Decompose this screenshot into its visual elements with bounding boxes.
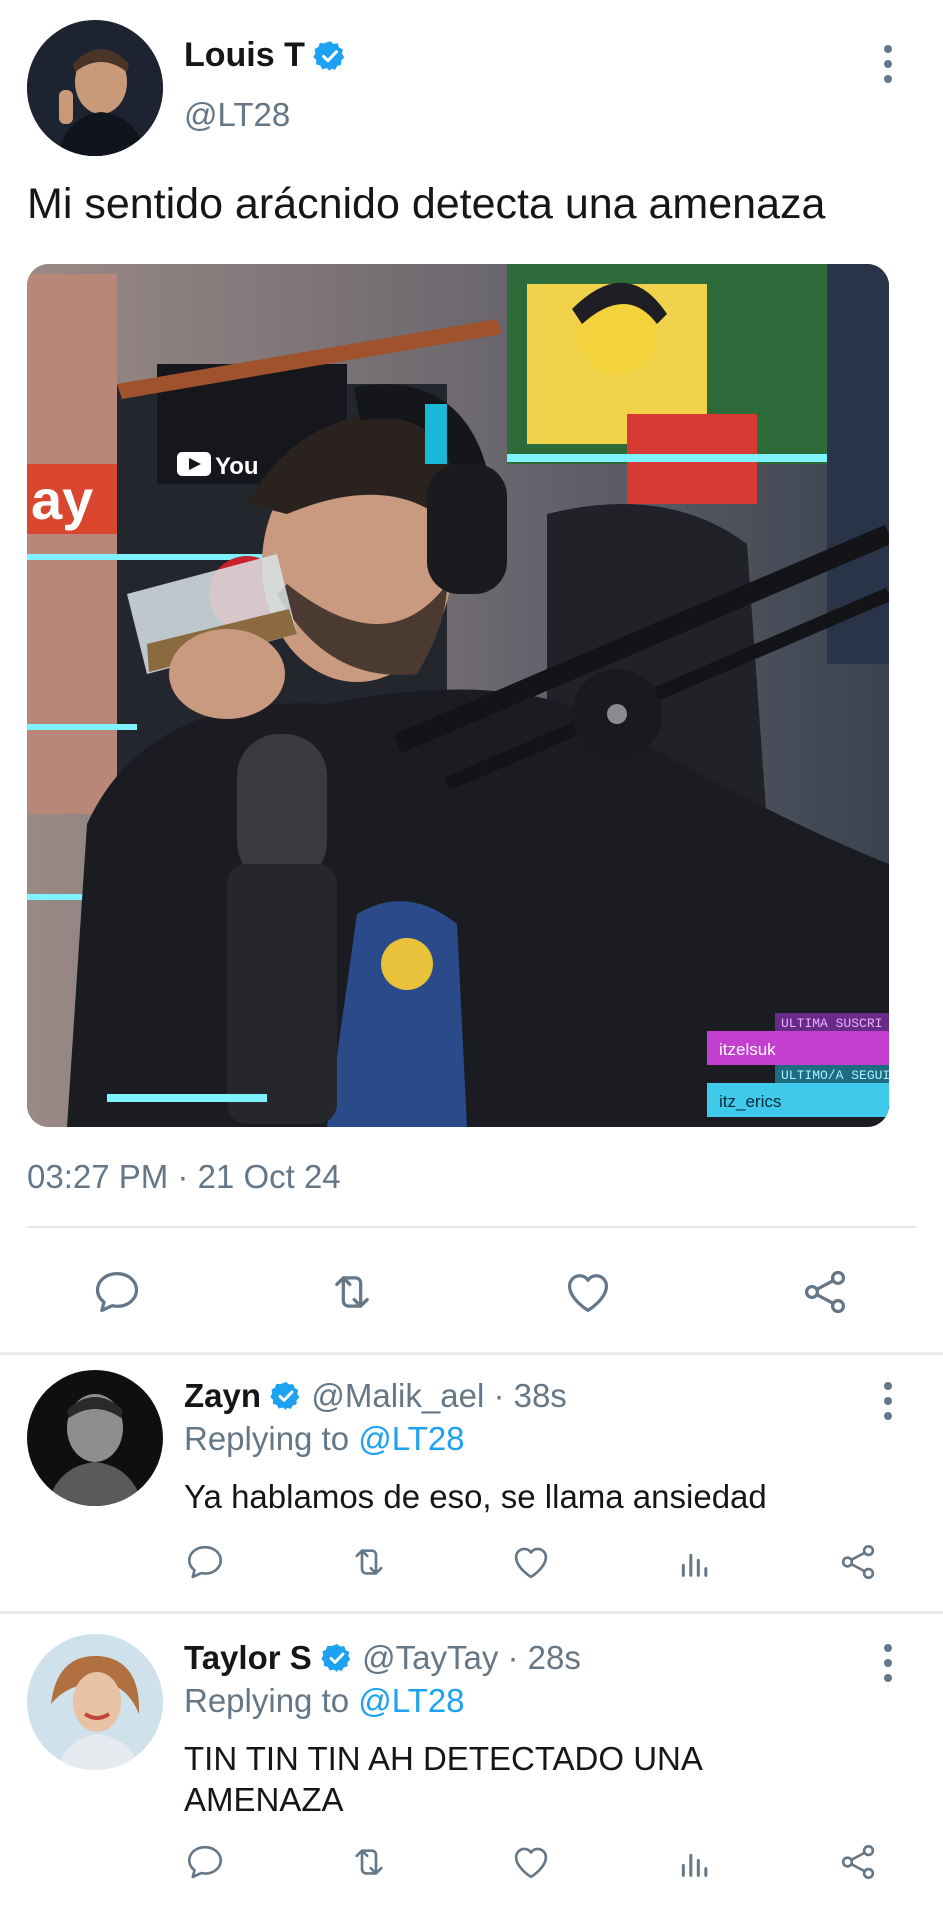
- reply-tweet[interactable]: Zayn @Malik_ael · 38s Replying to @LT28 …: [0, 1356, 943, 1611]
- like-icon[interactable]: [509, 1840, 553, 1884]
- analytics-icon[interactable]: [673, 1540, 717, 1584]
- reply-action-bar: [0, 1540, 943, 1600]
- author-name[interactable]: Louis T: [184, 36, 347, 75]
- more-options-icon[interactable]: [873, 39, 903, 89]
- reply-handle-time[interactable]: @TayTay · 28s: [362, 1639, 581, 1676]
- author-name-text[interactable]: Louis T: [184, 36, 305, 75]
- reply-icon[interactable]: [183, 1540, 227, 1584]
- replying-to: Replying to @LT28: [184, 1420, 465, 1458]
- main-action-bar: [0, 1240, 943, 1340]
- louis-avatar[interactable]: [27, 20, 163, 156]
- reply-header: Taylor S @TayTay · 28s: [184, 1639, 581, 1677]
- verified-badge-icon: [270, 1380, 302, 1412]
- verified-badge-icon: [313, 39, 347, 73]
- main-tweet: Louis T @LT28 Mi sentido arácnido detect…: [0, 0, 943, 1352]
- overlay-user-top: itzelsuk: [719, 1040, 776, 1059]
- reply-icon[interactable]: [183, 1840, 227, 1884]
- author-handle[interactable]: @LT28: [184, 96, 290, 134]
- replying-to: Replying to @LT28: [184, 1682, 465, 1720]
- share-icon[interactable]: [795, 1262, 855, 1322]
- analytics-icon[interactable]: [673, 1840, 717, 1884]
- tweet-text: Mi sentido arácnido detecta una amenaza: [27, 180, 826, 228]
- reply-handle-time[interactable]: @Malik_ael · 38s: [311, 1377, 566, 1414]
- divider: [27, 1226, 916, 1228]
- overlay-label-top: ULTIMA SUSCRI: [781, 1016, 882, 1031]
- more-options-icon[interactable]: [873, 1638, 903, 1688]
- reply-header: Zayn @Malik_ael · 38s: [184, 1377, 567, 1415]
- share-icon[interactable]: [836, 1540, 880, 1584]
- reply-author-name[interactable]: Zayn: [184, 1377, 261, 1414]
- replying-to-link[interactable]: @LT28: [358, 1682, 464, 1719]
- overlay-label-bottom: ULTIMO/A SEGUI: [781, 1068, 889, 1083]
- tweet-media-image[interactable]: ay You ULTIMA SUSCRI itzelsuk ULTIMO/A S…: [27, 264, 889, 1127]
- more-options-icon[interactable]: [873, 1376, 903, 1426]
- retweet-icon[interactable]: [345, 1540, 393, 1584]
- reply-icon[interactable]: [87, 1262, 147, 1322]
- taylor-avatar[interactable]: [27, 1634, 163, 1770]
- zayn-avatar[interactable]: [27, 1370, 163, 1506]
- overlay-user-bottom: itz_erics: [719, 1092, 781, 1111]
- reply-text: Ya hablamos de eso, se llama ansiedad: [184, 1478, 767, 1515]
- retweet-icon[interactable]: [322, 1262, 382, 1322]
- media-side-text: ay: [31, 468, 93, 531]
- replying-prefix: Replying to: [184, 1420, 359, 1457]
- verified-badge-icon: [321, 1642, 353, 1674]
- reply-action-bar: [0, 1840, 943, 1900]
- retweet-icon[interactable]: [345, 1840, 393, 1884]
- reply-text: TIN TIN TIN AH DETECTADO UNA AMENAZA: [184, 1740, 702, 1818]
- media-youtube-text: You: [215, 453, 259, 480]
- replying-prefix: Replying to: [184, 1682, 359, 1719]
- share-icon[interactable]: [836, 1840, 880, 1884]
- tweet-separator: [0, 1352, 943, 1355]
- reply-author-name[interactable]: Taylor S: [184, 1639, 312, 1676]
- like-icon[interactable]: [558, 1262, 618, 1322]
- replying-to-link[interactable]: @LT28: [358, 1420, 464, 1457]
- tweet-timestamp[interactable]: 03:27 PM · 21 Oct 24: [27, 1158, 341, 1196]
- like-icon[interactable]: [509, 1540, 553, 1584]
- reply-tweet[interactable]: Taylor S @TayTay · 28s Replying to @LT28…: [0, 1614, 943, 1920]
